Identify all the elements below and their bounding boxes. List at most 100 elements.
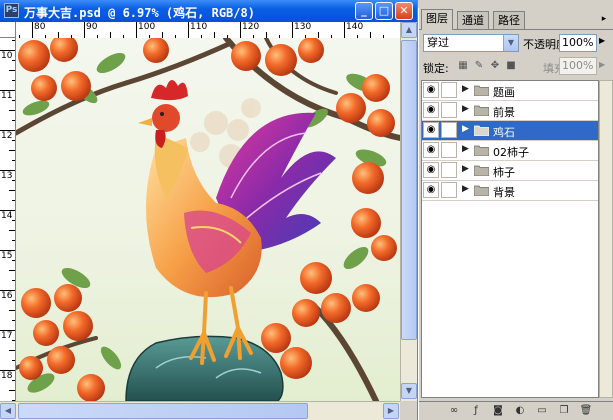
- link-cell[interactable]: [441, 82, 457, 98]
- layer-row[interactable]: ◉ ▶ 02柿子: [422, 141, 598, 161]
- layer-list-scrollbar[interactable]: [599, 80, 613, 398]
- expand-arrow-icon[interactable]: ▶: [462, 104, 469, 114]
- minimize-button[interactable]: _: [355, 2, 373, 20]
- link-cell[interactable]: [441, 162, 457, 178]
- ruler-label: 10: [1, 51, 13, 61]
- ruler-label: 130: [294, 22, 312, 32]
- close-button[interactable]: ✕: [395, 2, 413, 20]
- horizontal-scroll-thumb[interactable]: [18, 403, 308, 419]
- ruler-tick: [12, 280, 15, 281]
- tab-paths[interactable]: 路径: [493, 11, 525, 29]
- layer-row[interactable]: ◉ ▶ 题画: [422, 81, 598, 101]
- ruler-label: 90: [86, 22, 98, 32]
- lock-transparent-icon[interactable]: ▦: [457, 59, 469, 72]
- ruler-tick: [12, 260, 15, 261]
- ruler-tick: [12, 60, 15, 61]
- lock-brush-icon[interactable]: ✎: [473, 59, 485, 72]
- ruler-tick: [292, 22, 293, 38]
- ruler-tick: [9, 350, 15, 351]
- eye-icon[interactable]: ◉: [423, 182, 439, 198]
- horizontal-scrollbar[interactable]: ◀ ▶: [0, 401, 400, 420]
- ruler-tick: [12, 160, 15, 161]
- ruler-label: 80: [34, 22, 46, 32]
- ruler-tick: [9, 190, 15, 191]
- expand-arrow-icon[interactable]: ▶: [462, 184, 469, 194]
- link-layers-icon[interactable]: ∞: [447, 404, 461, 418]
- ruler-tick: [12, 220, 15, 221]
- eye-icon[interactable]: ◉: [423, 102, 439, 118]
- scroll-up-icon[interactable]: ▲: [401, 22, 417, 38]
- ruler-label: 18: [1, 371, 13, 381]
- lock-move-icon[interactable]: ✥: [489, 59, 501, 72]
- ruler-label: 15: [1, 251, 13, 261]
- ps-icon[interactable]: Ps: [4, 3, 19, 18]
- vertical-ruler[interactable]: 10 11 12 13 14 15 16 17 18: [0, 38, 16, 401]
- vertical-scrollbar[interactable]: ▲ ▼: [400, 22, 417, 401]
- scroll-down-icon[interactable]: ▼: [401, 383, 417, 399]
- ruler-tick: [12, 300, 15, 301]
- layer-name: 前景: [493, 106, 515, 119]
- ruler-tick: [9, 270, 15, 271]
- expand-arrow-icon[interactable]: ▶: [462, 124, 469, 134]
- layer-row[interactable]: ◉ ▶ 前景: [422, 101, 598, 121]
- delete-layer-icon[interactable]: 🗑: [579, 404, 593, 418]
- tab-channels[interactable]: 通道: [457, 11, 489, 29]
- ruler-tick: [240, 22, 241, 38]
- eye-icon[interactable]: ◉: [423, 162, 439, 178]
- maximize-button[interactable]: □: [375, 2, 393, 20]
- vertical-scroll-thumb[interactable]: [401, 40, 417, 340]
- artwork-rooster: [16, 38, 400, 401]
- link-cell[interactable]: [441, 102, 457, 118]
- opacity-slider-icon[interactable]: ▶: [599, 36, 605, 45]
- image-canvas[interactable]: [16, 38, 400, 401]
- ruler-tick: [12, 80, 15, 81]
- ruler-tick: [9, 390, 15, 391]
- adjustment-layer-icon[interactable]: ◐: [513, 404, 527, 418]
- opacity-input[interactable]: 100%: [559, 34, 597, 52]
- eye-icon[interactable]: ◉: [423, 82, 439, 98]
- expand-arrow-icon[interactable]: ▶: [462, 144, 469, 154]
- horizontal-ruler[interactable]: 80 90 100 110 120 130 140: [16, 22, 400, 39]
- ruler-tick: [12, 200, 15, 201]
- expand-arrow-icon[interactable]: ▶: [462, 84, 469, 94]
- ruler-tick: [9, 230, 15, 231]
- ruler-tick: [12, 320, 15, 321]
- layer-list: ◉ ▶ 题画 ◉ ▶ 前景 ◉ ▶ 鸡石 ◉ ▶ 02柿子 ◉ ▶ 柿子 ◉ ▶…: [421, 80, 599, 398]
- folder-icon: [474, 125, 489, 136]
- new-layer-icon[interactable]: ❐: [557, 404, 571, 418]
- layers-toolbar: ∞ ƒ ◙ ◐ ▭ ❐ 🗑: [419, 401, 613, 420]
- add-mask-icon[interactable]: ◙: [491, 404, 505, 418]
- ruler-label: 120: [242, 22, 260, 32]
- fill-input[interactable]: 100%: [559, 57, 597, 75]
- document-window: Ps 万事大吉.psd @ 6.97% (鸡石, RGB/8) _ □ ✕ 80…: [0, 0, 418, 420]
- blend-mode-value: 穿过: [427, 36, 449, 49]
- eye-icon[interactable]: ◉: [423, 142, 439, 158]
- link-cell[interactable]: [441, 182, 457, 198]
- layer-style-icon[interactable]: ƒ: [469, 404, 483, 418]
- link-cell[interactable]: [441, 122, 457, 138]
- layer-row[interactable]: ◉ ▶ 柿子: [422, 161, 598, 181]
- tab-layers[interactable]: 图层: [421, 9, 453, 30]
- ruler-label: 17: [1, 331, 13, 341]
- layer-row-selected[interactable]: ◉ ▶ 鸡石: [422, 121, 598, 141]
- scroll-right-icon[interactable]: ▶: [383, 403, 399, 419]
- panel-menu-icon[interactable]: ▸: [597, 13, 611, 25]
- eye-icon[interactable]: ◉: [423, 122, 439, 138]
- expand-arrow-icon[interactable]: ▶: [462, 164, 469, 174]
- lock-all-icon[interactable]: ■: [505, 59, 517, 72]
- ruler-label: 110: [190, 22, 208, 32]
- new-group-icon[interactable]: ▭: [535, 404, 549, 418]
- ruler-tick: [9, 310, 15, 311]
- layer-row[interactable]: ◉ ▶ 背景: [422, 181, 598, 201]
- chevron-down-icon[interactable]: ▼: [503, 35, 518, 51]
- fill-slider-icon[interactable]: ▶: [599, 60, 605, 69]
- link-cell[interactable]: [441, 142, 457, 158]
- ruler-tick: [12, 360, 15, 361]
- ruler-tick: [12, 120, 15, 121]
- blend-mode-select[interactable]: 穿过 ▼: [423, 34, 519, 52]
- folder-icon: [474, 145, 489, 156]
- scroll-left-icon[interactable]: ◀: [0, 403, 16, 419]
- ruler-origin[interactable]: [0, 22, 16, 38]
- ruler-label: 16: [1, 291, 13, 301]
- title-bar[interactable]: Ps 万事大吉.psd @ 6.97% (鸡石, RGB/8) _ □ ✕: [0, 0, 417, 22]
